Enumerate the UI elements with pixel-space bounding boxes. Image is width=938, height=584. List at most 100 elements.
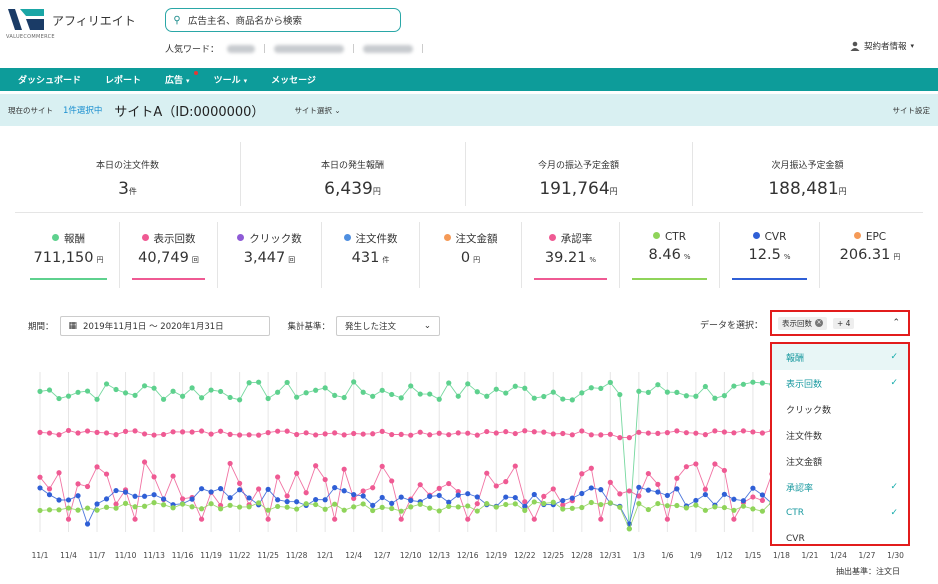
dropdown-option[interactable]: 注文金額 (772, 448, 908, 474)
data-point[interactable] (332, 430, 338, 436)
data-point[interactable] (341, 488, 347, 494)
data-point[interactable] (721, 504, 727, 511)
data-point[interactable] (208, 489, 214, 495)
data-point[interactable] (151, 500, 157, 506)
data-point[interactable] (607, 379, 613, 386)
data-point[interactable] (588, 465, 594, 471)
data-point[interactable] (693, 393, 699, 399)
data-point[interactable] (531, 499, 537, 505)
data-point[interactable] (237, 487, 243, 493)
data-point[interactable] (75, 481, 81, 487)
data-point[interactable] (607, 431, 613, 437)
data-point[interactable] (360, 501, 366, 507)
data-point[interactable] (693, 502, 699, 508)
data-point[interactable] (370, 431, 376, 437)
dropdown-option[interactable]: 注文件数 (772, 422, 908, 448)
data-point[interactable] (56, 470, 62, 476)
data-point[interactable] (531, 516, 537, 522)
data-point[interactable] (370, 507, 376, 514)
data-point[interactable] (588, 385, 594, 391)
nav-item[interactable]: ダッシュボード (0, 73, 81, 86)
data-point[interactable] (122, 390, 129, 396)
data-point[interactable] (398, 431, 404, 438)
data-point[interactable] (408, 383, 414, 389)
data-point[interactable] (113, 386, 119, 393)
data-point[interactable] (664, 516, 670, 522)
data-point[interactable] (160, 396, 167, 402)
data-point[interactable] (693, 430, 699, 436)
data-point[interactable] (493, 483, 499, 489)
data-point[interactable] (465, 381, 471, 387)
data-point[interactable] (151, 474, 157, 480)
data-point[interactable] (313, 497, 319, 503)
data-point[interactable] (84, 521, 91, 527)
data-point[interactable] (198, 506, 205, 512)
data-point[interactable] (465, 503, 471, 509)
data-point[interactable] (617, 435, 623, 441)
data-point[interactable] (493, 504, 499, 510)
data-point[interactable] (37, 388, 43, 394)
nav-item[interactable]: 広告 ▾ (141, 71, 199, 86)
dropdown-option[interactable]: CTR ✓ (772, 500, 908, 526)
data-point[interactable] (626, 526, 632, 532)
data-point[interactable] (103, 381, 110, 387)
data-point[interactable] (275, 474, 281, 480)
data-point[interactable] (493, 430, 499, 436)
data-point[interactable] (759, 492, 766, 498)
data-point[interactable] (465, 491, 471, 497)
data-point[interactable] (237, 397, 243, 403)
data-point[interactable] (227, 502, 233, 508)
data-point[interactable] (132, 493, 138, 499)
data-point[interactable] (360, 493, 366, 499)
data-point[interactable] (141, 431, 148, 437)
data-point[interactable] (46, 387, 53, 393)
data-point[interactable] (617, 391, 623, 398)
data-point[interactable] (141, 503, 148, 509)
data-point[interactable] (446, 503, 452, 510)
data-point[interactable] (113, 505, 119, 511)
data-point[interactable] (360, 431, 366, 437)
data-point[interactable] (275, 503, 281, 510)
data-point[interactable] (721, 491, 727, 497)
data-point[interactable] (198, 516, 205, 522)
data-point[interactable] (160, 431, 167, 438)
data-point[interactable] (645, 487, 651, 493)
data-point[interactable] (588, 432, 594, 438)
data-point[interactable] (579, 490, 585, 497)
data-point[interactable] (332, 516, 338, 522)
data-point[interactable] (103, 471, 110, 477)
data-point[interactable] (702, 507, 708, 513)
data-point[interactable] (227, 495, 233, 501)
data-point[interactable] (541, 493, 547, 499)
data-point[interactable] (598, 516, 604, 522)
data-point[interactable] (484, 470, 490, 476)
data-point[interactable] (284, 493, 290, 499)
data-point[interactable] (379, 387, 385, 393)
data-point[interactable] (417, 501, 423, 507)
data-point[interactable] (541, 500, 547, 507)
data-point[interactable] (246, 504, 252, 510)
data-point[interactable] (731, 383, 737, 389)
data-point[interactable] (484, 393, 490, 399)
data-point[interactable] (645, 430, 651, 436)
data-point[interactable] (189, 385, 195, 391)
data-point[interactable] (712, 504, 718, 510)
data-point[interactable] (626, 488, 632, 494)
data-point[interactable] (284, 499, 290, 505)
data-point[interactable] (541, 429, 547, 435)
data-point[interactable] (664, 503, 670, 509)
data-point[interactable] (750, 379, 756, 385)
data-point[interactable] (322, 506, 328, 512)
data-point[interactable] (484, 428, 490, 435)
data-point[interactable] (94, 396, 100, 402)
data-point[interactable] (379, 463, 385, 469)
data-point[interactable] (579, 471, 585, 477)
valuecommerce-logo-icon[interactable] (6, 6, 46, 34)
data-point[interactable] (617, 491, 623, 497)
data-point[interactable] (294, 506, 300, 512)
data-point[interactable] (503, 429, 509, 435)
data-point[interactable] (284, 504, 290, 510)
data-point[interactable] (256, 379, 262, 385)
data-point[interactable] (398, 494, 404, 500)
data-point[interactable] (598, 487, 604, 493)
